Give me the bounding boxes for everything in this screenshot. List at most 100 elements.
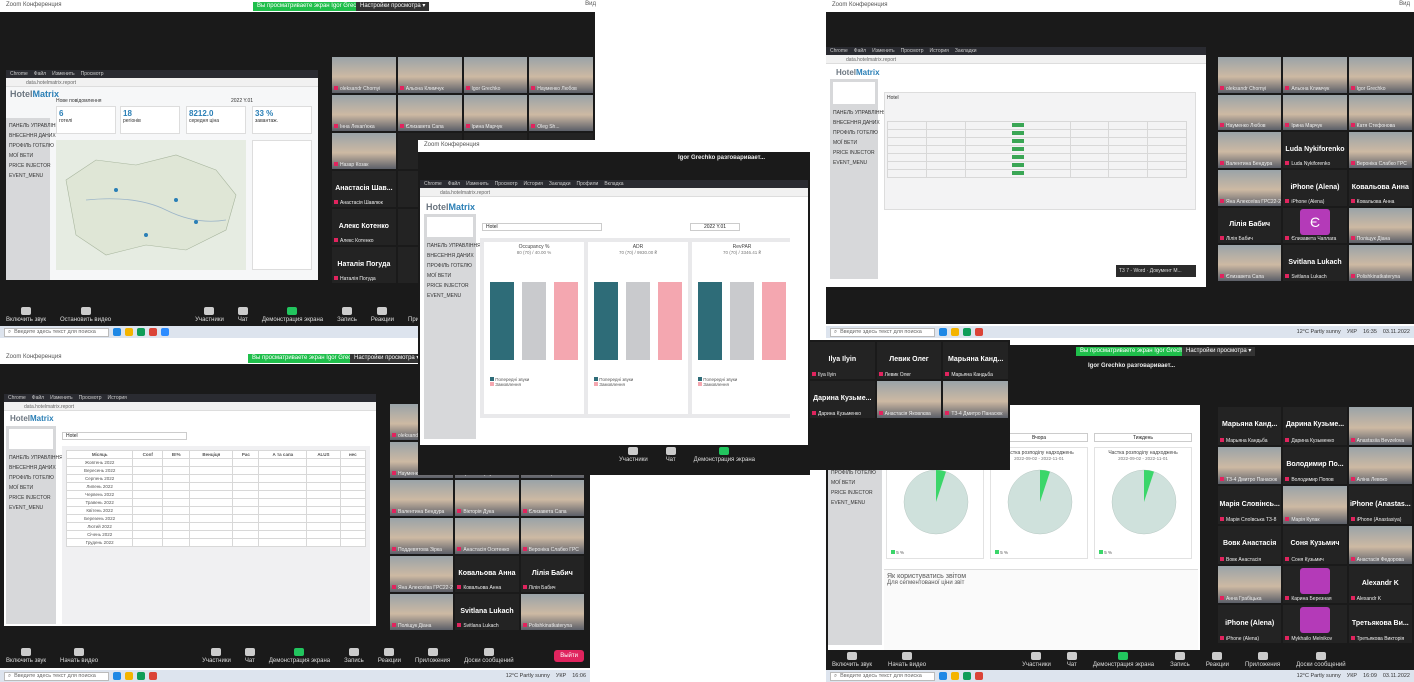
- reactions-button[interactable]: Реакции: [378, 648, 401, 664]
- table-row[interactable]: Квітень 2022: [65, 506, 367, 515]
- sidebar-item[interactable]: EVENT_MENU: [831, 498, 879, 508]
- participant-tile[interactable]: Єлизавета Сапа: [1218, 245, 1282, 281]
- chart-bar[interactable]: [522, 282, 546, 360]
- participant-tile[interactable]: Анастасія Шав... Анастасія Шавлюк: [332, 171, 396, 207]
- table-header[interactable]: ALUS: [306, 450, 341, 459]
- participant-tile[interactable]: Anastasiia Bevzelova: [1348, 407, 1412, 445]
- participant-tile[interactable]: Анна Грабіцька: [1218, 565, 1282, 604]
- sidebar-item[interactable]: PRICE INJECTOR: [831, 488, 879, 498]
- sidebar-item[interactable]: ПРОФІЛЬ ГОТЕЛЮ: [427, 261, 473, 271]
- chat-button[interactable]: Чат: [1066, 652, 1077, 668]
- table-header[interactable]: Венціця: [189, 450, 234, 459]
- table-row[interactable]: Травень 2022: [65, 498, 367, 507]
- url-bar[interactable]: data.hotelmatrix.report: [420, 188, 808, 197]
- share-screen-button[interactable]: Демонстрация экрана: [1093, 652, 1154, 668]
- hotel-select[interactable]: Hotel: [62, 432, 187, 440]
- participant-tile[interactable]: Luda Nykiforenko Luda Nykiforenko: [1283, 132, 1347, 168]
- participant-tile[interactable]: Лілія Бабич Лілія Бабич: [520, 556, 584, 592]
- participant-tile[interactable]: ТЗ-4 Дмитро Панасюк: [943, 381, 1008, 418]
- participant-tile[interactable]: Анастасія Яковлєва: [876, 381, 942, 418]
- sidebar-item[interactable]: ПРОФІЛЬ ГОТЕЛЮ: [9, 473, 54, 483]
- month-cell[interactable]: Жовтень 2022: [65, 458, 134, 467]
- chat-button[interactable]: Чат: [244, 648, 255, 664]
- participant-tile[interactable]: oleksandr Chornyi: [332, 57, 396, 93]
- participant-tile[interactable]: Ковальова Анна Ковальова Анна: [1348, 170, 1412, 206]
- year-select[interactable]: 2022 Y.01: [690, 223, 740, 231]
- participant-tile[interactable]: Науменко Любов: [1218, 94, 1282, 131]
- participant-tile[interactable]: Володимир По... Володимир Попов: [1283, 446, 1347, 485]
- url-bar[interactable]: data.hotelmatrix.report: [4, 402, 376, 411]
- sidebar-item[interactable]: МОЇ ВЕТИ: [833, 138, 875, 148]
- participant-tile[interactable]: ТЗ-4 Дмитро Панасюк: [1218, 446, 1282, 485]
- sidebar-item[interactable]: ВНЕСЕННЯ ДАНИХ: [9, 131, 56, 141]
- participant-tile[interactable]: Наталія Погуда Наталія Погуда: [332, 247, 396, 283]
- url-bar[interactable]: data.hotelmatrix.report: [826, 55, 1206, 64]
- participant-tile[interactable]: Є Єлизавета Чаплага: [1283, 207, 1347, 244]
- sidebar-item[interactable]: МОЇ ВЕТИ: [831, 478, 879, 488]
- chart-bar[interactable]: [730, 282, 754, 360]
- sidebar-item[interactable]: МОЇ ВЕТИ: [9, 483, 53, 493]
- reactions-button[interactable]: Реакции: [1206, 652, 1229, 668]
- participant-tile[interactable]: Алекс Котенко Алекс Котенко: [332, 209, 396, 245]
- taskbar-search[interactable]: ⌕ Введите здесь текст для поиска: [4, 671, 109, 681]
- participant-tile[interactable]: Ірина Марчук: [463, 95, 528, 131]
- taskbar-search[interactable]: ⌕ Введите здесь текст для поиска: [830, 671, 935, 681]
- participant-tile[interactable]: Марьяна Канд... Марьяна Кандьба: [943, 342, 1008, 379]
- participant-tile[interactable]: Поліщук Діана: [390, 594, 454, 630]
- participant-tile[interactable]: Левик Олег Левик Олег: [876, 342, 942, 379]
- whiteboard-button[interactable]: Доски сообщений: [464, 648, 514, 664]
- participant-tile[interactable]: Інна Лекап'юка: [332, 95, 396, 131]
- participant-tile[interactable]: Дарина Кузьме... Дарина Кузьменко: [1283, 407, 1347, 445]
- exit-button[interactable]: Выйти: [554, 650, 584, 662]
- participant-tile[interactable]: Марія Кулак: [1283, 486, 1347, 524]
- table-row[interactable]: Грудень 2022: [65, 538, 367, 547]
- chart-bar[interactable]: [698, 282, 722, 360]
- participant-tile[interactable]: Вовк Анастасія Вовк Анастасія: [1218, 526, 1282, 564]
- participant-tile[interactable]: Svitlana Lukach Svitlana Lukach: [455, 594, 519, 630]
- unmute-button[interactable]: Включить звук: [832, 652, 872, 668]
- view-settings-button[interactable]: Настройки просмотра ▾: [350, 354, 424, 363]
- view-button[interactable]: Вид: [585, 1, 596, 7]
- participant-tile[interactable]: Марьяна Канд... Марьяна Кандьба: [1218, 407, 1282, 445]
- sidebar-item[interactable]: PRICE INJECTOR: [9, 161, 51, 171]
- sidebar-item[interactable]: EVENT_MENU: [9, 171, 47, 181]
- share-screen-button[interactable]: Демонстрация экрана: [694, 447, 755, 463]
- sidebar-item[interactable]: ПАНЕЛЬ УПРАВЛІННЯ: [427, 241, 481, 251]
- table-row[interactable]: Березень 2022: [65, 514, 367, 523]
- video-button[interactable]: Начать видео: [888, 652, 926, 668]
- participant-tile[interactable]: Соня Кузьмич Соня Кузьмич: [1283, 526, 1347, 564]
- sidebar-item[interactable]: ВНЕСЕННЯ ДАНИХ: [427, 251, 474, 261]
- participant-tile[interactable]: Ilya Ilyin Ilya Ilyin: [810, 342, 875, 379]
- chat-button[interactable]: Чат: [665, 447, 676, 463]
- participant-tile[interactable]: Третьякова Ви... Третьякова Викторія: [1348, 605, 1412, 643]
- share-screen-button[interactable]: Демонстрация экрана: [262, 307, 323, 323]
- view-settings-button[interactable]: Настройки просмотра ▾: [1182, 347, 1256, 356]
- participant-tile[interactable]: Дарина Кузьме... Дарина Кузьменко: [810, 381, 875, 418]
- participant-tile[interactable]: Альона Климчук: [397, 57, 462, 93]
- participant-tile[interactable]: Ірина Марчук: [1283, 94, 1347, 131]
- table-header[interactable]: А та сапа: [258, 450, 308, 459]
- month-cell[interactable]: Березень 2022: [65, 514, 134, 523]
- chart-bar[interactable]: [554, 282, 578, 360]
- table-row[interactable]: Січень 2022: [65, 530, 367, 539]
- chart-bar[interactable]: [594, 282, 618, 360]
- pie-chart[interactable]: [1095, 464, 1193, 542]
- word-thumb[interactable]: T3 7 - Word · Документ M...: [1116, 265, 1196, 277]
- month-cell[interactable]: Серпень 2022: [65, 474, 134, 483]
- chart-bar[interactable]: [658, 282, 682, 360]
- participant-tile[interactable]: Поліщук Діана: [1348, 207, 1412, 244]
- sidebar-item[interactable]: EVENT_MENU: [833, 158, 875, 168]
- participant-tile[interactable]: Вікторія Дука: [455, 480, 519, 516]
- participant-tile[interactable]: Igor Grechko: [463, 57, 528, 93]
- participant-tile[interactable]: Анастасія Федорова: [1348, 526, 1412, 564]
- participants-button[interactable]: Участники: [1022, 652, 1051, 668]
- sidebar-item[interactable]: ПРОФІЛЬ ГОТЕЛЮ: [9, 141, 54, 151]
- participant-tile[interactable]: Яна Алексеїва ГРС22-2: [1218, 170, 1282, 206]
- month-cell[interactable]: Грудень 2022: [65, 538, 134, 547]
- record-button[interactable]: Запись: [1170, 652, 1190, 668]
- pie-chart[interactable]: [991, 464, 1089, 542]
- table-header[interactable]: нес: [339, 450, 367, 459]
- participant-tile[interactable]: iPhone (Alena) iPhone (Alena): [1283, 170, 1347, 206]
- sidebar-item[interactable]: PRICE INJECTOR: [427, 281, 473, 291]
- participants-button[interactable]: Участники: [195, 307, 224, 323]
